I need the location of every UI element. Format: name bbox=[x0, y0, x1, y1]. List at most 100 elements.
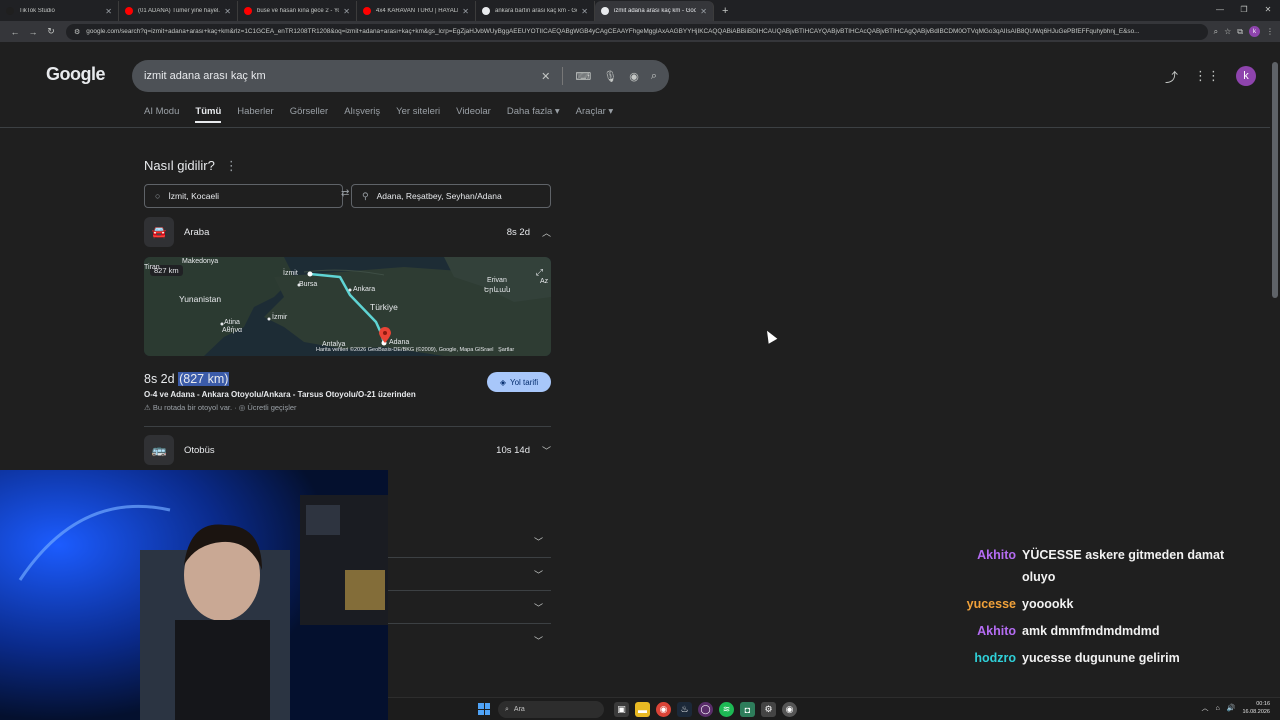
search-tab[interactable]: Görseller bbox=[290, 106, 329, 123]
browser-tab[interactable]: ankara bartın arası kaç km - Go... ✕ bbox=[476, 1, 595, 21]
back-icon[interactable]: ← bbox=[6, 27, 24, 37]
search-input[interactable] bbox=[144, 70, 530, 82]
map-label-adana: Adana bbox=[389, 339, 410, 346]
app-circle-icon[interactable]: ◯ bbox=[698, 702, 713, 717]
stream-chat: Akhito YÜCESSE askere gitmeden damat oluy… bbox=[960, 544, 1260, 674]
origin-marker bbox=[307, 271, 313, 277]
toll-icon: ◎ bbox=[238, 403, 246, 412]
restore-icon[interactable]: ❐ bbox=[1232, 0, 1256, 20]
map-label-izmir: İzmir bbox=[272, 314, 288, 321]
tab-close-icon[interactable]: ✕ bbox=[581, 7, 588, 16]
browser-tab[interactable]: TikTok Studio ✕ bbox=[0, 1, 119, 21]
new-tab-button[interactable]: + bbox=[714, 1, 736, 21]
search-tab[interactable]: Videolar bbox=[456, 106, 491, 123]
map-label-yunanistan: Yunanistan bbox=[179, 294, 222, 304]
directions-button[interactable]: ◈ Yol tarifi bbox=[487, 372, 551, 392]
chat-text: yucesse dugunune gelirim bbox=[1022, 651, 1180, 665]
tab-close-icon[interactable]: ✕ bbox=[462, 7, 469, 16]
network-icon[interactable]: ⌂ bbox=[1216, 705, 1220, 712]
chevron-down-icon[interactable]: ﹀ bbox=[534, 535, 543, 548]
windows-start-icon[interactable] bbox=[478, 703, 490, 715]
tab-close-icon[interactable]: ✕ bbox=[224, 7, 231, 16]
chevron-down-icon[interactable]: ﹀ bbox=[534, 568, 543, 581]
map-label-az: Az bbox=[540, 278, 549, 285]
search-icon[interactable]: ⌕ bbox=[651, 70, 657, 83]
app-green-icon[interactable]: ◘ bbox=[740, 702, 755, 717]
tab-close-icon[interactable]: ✕ bbox=[343, 7, 350, 16]
close-window-icon[interactable]: ✕ bbox=[1256, 0, 1280, 20]
browser-tab[interactable]: 4x4 KARAVAN TURU | HAYALİM... ✕ bbox=[357, 1, 476, 21]
search-tab[interactable]: Daha fazla ▾ bbox=[507, 106, 560, 123]
map-label-turkiye: Türkiye bbox=[370, 302, 398, 312]
keyboard-icon[interactable]: ⌨ bbox=[575, 70, 591, 83]
tab-close-icon[interactable]: ✕ bbox=[105, 7, 112, 16]
search-tab[interactable]: Alışveriş bbox=[344, 106, 380, 123]
browser-tab[interactable]: izmit adana arası kaç km - Goo... ✕ bbox=[595, 1, 714, 21]
google-logo[interactable]: Google bbox=[46, 64, 106, 85]
clear-search-icon[interactable]: ✕ bbox=[541, 70, 550, 83]
bus-icon: 🚌 bbox=[144, 435, 174, 465]
search-tab[interactable]: Araçlar ▾ bbox=[576, 106, 614, 123]
extensions-icon[interactable]: ⧉ bbox=[1237, 27, 1243, 37]
profile-icon[interactable]: k bbox=[1249, 26, 1260, 37]
car-mode-row[interactable]: 🚘 Araba 8s 2d ︿ bbox=[144, 217, 551, 247]
zoom-icon[interactable]: ⌕ bbox=[1214, 27, 1218, 37]
file-explorer-icon[interactable]: ▬ bbox=[635, 702, 650, 717]
swap-icon[interactable]: ⇄ bbox=[341, 188, 349, 199]
tray-chevron-icon[interactable]: ︿ bbox=[1202, 703, 1209, 713]
reload-icon[interactable]: ↻ bbox=[42, 26, 60, 37]
microphone-icon[interactable]: 🎙 bbox=[603, 70, 617, 83]
chrome-alt-icon[interactable]: ◉ bbox=[782, 702, 797, 717]
directions-diamond-icon: ◈ bbox=[499, 377, 506, 387]
spotify-icon[interactable]: ≋ bbox=[719, 702, 734, 717]
bookmark-star-icon[interactable]: ☆ bbox=[1224, 27, 1231, 36]
browser-tab[interactable]: (01 ADANA) Tümer yine hayel... ✕ bbox=[119, 1, 238, 21]
browser-menu-icon[interactable]: ⋮ bbox=[1266, 27, 1274, 36]
map-terms-link[interactable]: Şartlar bbox=[498, 347, 514, 353]
map-label-erivan-hy: Երևան bbox=[484, 287, 511, 294]
task-view-icon[interactable]: ▣ bbox=[614, 702, 629, 717]
row-divider bbox=[388, 623, 551, 624]
scrollbar-thumb[interactable] bbox=[1272, 62, 1278, 298]
chevron-up-icon[interactable]: ︿ bbox=[542, 226, 551, 239]
destination-field[interactable]: ⚲ Adana, Reşatbey, Seyhan/Adana bbox=[351, 184, 551, 208]
browser-tab[interactable]: buse ve hasan kına gece 2 - Yo... ✕ bbox=[238, 1, 357, 21]
tab-close-icon[interactable]: ✕ bbox=[700, 7, 707, 16]
clock[interactable]: 00:16 16.08.2026 bbox=[1242, 700, 1270, 716]
chevron-down-icon[interactable]: ﹀ bbox=[542, 444, 551, 457]
search-tab[interactable]: Yer siteleri bbox=[396, 106, 440, 123]
minimize-icon[interactable]: — bbox=[1208, 0, 1232, 20]
share-icon[interactable]: ⤴ bbox=[1165, 67, 1178, 86]
expand-map-icon[interactable]: ⤢ bbox=[536, 267, 543, 278]
tab-favicon-icon bbox=[601, 7, 609, 15]
system-tray: ︿ ⌂ 🔊 00:16 16.08.2026 bbox=[1202, 700, 1270, 716]
search-icon: ⌕ bbox=[505, 705, 509, 713]
volume-icon[interactable]: 🔊 bbox=[1227, 704, 1236, 712]
account-avatar[interactable]: k bbox=[1236, 66, 1256, 86]
chevron-down-icon[interactable]: ﹀ bbox=[534, 634, 543, 647]
lens-icon[interactable]: ◉ bbox=[629, 70, 639, 83]
apps-grid-icon[interactable]: ⋮⋮ bbox=[1194, 68, 1220, 84]
search-tab[interactable]: Tümü bbox=[195, 106, 222, 123]
search-tab[interactable]: Haberler bbox=[237, 106, 273, 123]
chat-message: Akhito amk dmmfmdmdmdmd bbox=[960, 620, 1260, 642]
address-bar[interactable]: ⚙ google.com/search?q=izmit+adana+arası+… bbox=[66, 23, 1208, 40]
origin-field[interactable]: ○ İzmit, Kocaeli bbox=[144, 184, 343, 208]
more-options-icon[interactable]: ⋮ bbox=[225, 158, 238, 173]
map-label-atina: Atina bbox=[224, 319, 240, 326]
route-map[interactable]: 827 km Makedonya Tiran Yunanistan Atina … bbox=[144, 257, 551, 356]
steam-icon[interactable]: ♨ bbox=[677, 702, 692, 717]
taskbar-search[interactable]: ⌕ Ara bbox=[498, 701, 604, 718]
bus-mode-row[interactable]: 🚌 Otobüs 10s 14d ﹀ bbox=[144, 435, 551, 465]
route-distance: (827 km) bbox=[178, 372, 230, 386]
search-tab[interactable]: AI Modu bbox=[144, 106, 179, 123]
chat-text: yooookk bbox=[1022, 597, 1074, 611]
chevron-down-icon[interactable]: ﹀ bbox=[534, 601, 543, 614]
chrome-icon[interactable]: ◉ bbox=[656, 702, 671, 717]
site-info-icon[interactable]: ⚙ bbox=[74, 28, 80, 36]
settings-icon[interactable]: ⚙ bbox=[761, 702, 776, 717]
chat-username: Akhito bbox=[977, 624, 1016, 638]
forward-icon[interactable]: → bbox=[24, 27, 42, 37]
route-divider bbox=[144, 426, 551, 427]
page-scrollbar[interactable] bbox=[1270, 42, 1280, 697]
